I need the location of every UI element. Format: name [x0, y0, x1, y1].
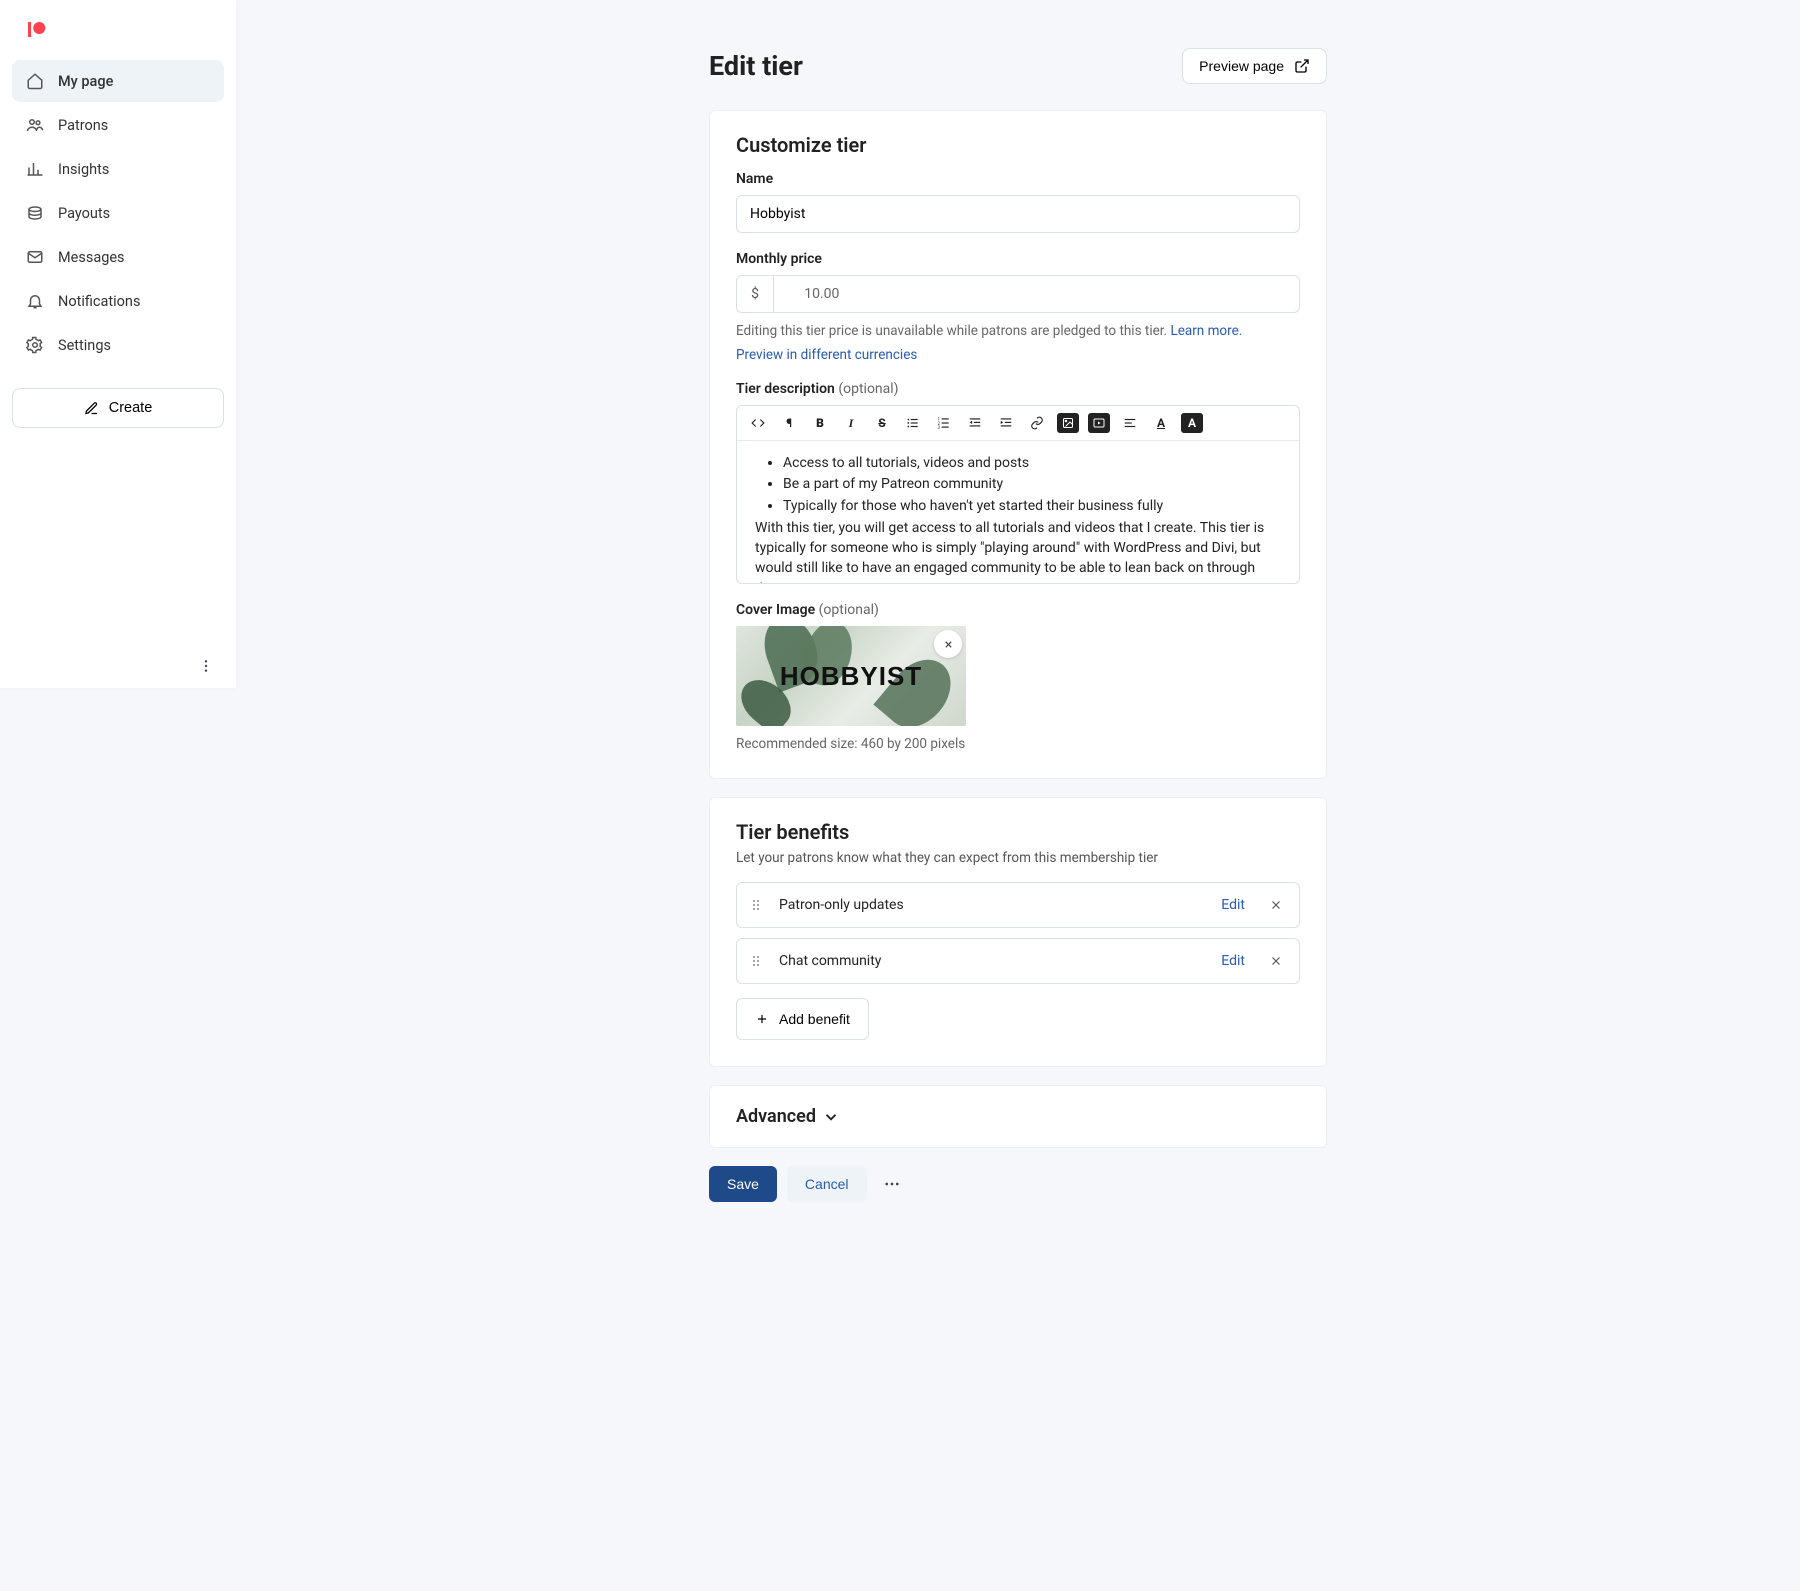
people-icon [26, 116, 44, 134]
save-button[interactable]: Save [709, 1166, 777, 1202]
customize-heading: Customize tier [736, 133, 1300, 157]
svg-text:3: 3 [938, 425, 941, 430]
cover-text: HOBBYIST [780, 661, 922, 692]
tier-benefits-card: Tier benefits Let your patrons know what… [709, 797, 1327, 1067]
image-icon[interactable] [1057, 413, 1079, 433]
cover-image[interactable]: HOBBYIST [736, 626, 966, 726]
add-benefit-label: Add benefit [779, 1011, 850, 1027]
align-icon[interactable] [1119, 413, 1141, 433]
sidebar-more-icon[interactable] [198, 658, 214, 674]
sidebar: My page Patrons Insights Payouts Message… [0, 0, 236, 688]
name-label: Name [736, 171, 1300, 187]
benefits-heading: Tier benefits [736, 820, 1300, 844]
benefit-remove-button[interactable] [1269, 898, 1283, 912]
sidebar-item-settings[interactable]: Settings [12, 324, 224, 366]
sidebar-item-label: Settings [58, 337, 111, 354]
mail-icon [26, 248, 44, 266]
benefit-row: Chat community Edit [736, 938, 1300, 984]
chevron-down-icon [822, 1108, 840, 1126]
outdent-icon[interactable] [964, 413, 986, 433]
sidebar-item-label: Notifications [58, 293, 140, 310]
paragraph-icon[interactable]: ¶ [778, 413, 800, 433]
sidebar-item-label: Payouts [58, 205, 110, 222]
highlight-icon[interactable]: A [1181, 413, 1203, 433]
drag-handle-icon[interactable] [753, 956, 765, 966]
sidebar-item-label: My page [58, 73, 113, 90]
benefit-row: Patron-only updates Edit [736, 882, 1300, 928]
sidebar-item-payouts[interactable]: Payouts [12, 192, 224, 234]
video-icon[interactable] [1088, 413, 1110, 433]
strikethrough-icon[interactable]: S [871, 413, 893, 433]
description-editor: ¶ B I S 123 A [736, 405, 1300, 584]
cancel-button[interactable]: Cancel [787, 1166, 867, 1202]
home-icon [26, 72, 44, 90]
action-bar: Save Cancel [709, 1166, 1327, 1202]
sidebar-item-insights[interactable]: Insights [12, 148, 224, 190]
sidebar-nav: My page Patrons Insights Payouts Message… [0, 54, 236, 374]
sidebar-item-label: Patrons [58, 117, 108, 134]
learn-more-link[interactable]: Learn more. [1170, 323, 1242, 339]
indent-icon[interactable] [995, 413, 1017, 433]
sidebar-item-my-page[interactable]: My page [12, 60, 224, 102]
editor-toolbar: ¶ B I S 123 A [737, 406, 1299, 441]
bullet-list-icon[interactable] [902, 413, 924, 433]
advanced-card: Advanced [709, 1085, 1327, 1148]
bold-icon[interactable]: B [809, 413, 831, 433]
advanced-toggle[interactable]: Advanced [736, 1106, 1300, 1127]
benefit-label: Patron-only updates [779, 897, 1207, 913]
external-link-icon [1294, 58, 1310, 74]
sidebar-item-label: Insights [58, 161, 109, 178]
edit-icon [84, 401, 99, 416]
page-title: Edit tier [709, 50, 803, 82]
number-list-icon[interactable]: 123 [933, 413, 955, 433]
code-icon[interactable] [747, 413, 769, 433]
customize-tier-card: Customize tier Name Monthly price $ Edit… [709, 110, 1327, 779]
link-icon[interactable] [1026, 413, 1048, 433]
sidebar-item-patrons[interactable]: Patrons [12, 104, 224, 146]
preview-page-label: Preview page [1199, 58, 1284, 74]
benefits-subtitle: Let your patrons know what they can expe… [736, 850, 1300, 866]
bell-icon [26, 292, 44, 310]
benefit-label: Chat community [779, 953, 1207, 969]
drag-handle-icon[interactable] [753, 900, 765, 910]
remove-cover-button[interactable] [934, 630, 962, 658]
description-label: Tier description (optional) [736, 381, 1300, 397]
price-label: Monthly price [736, 251, 1300, 267]
italic-icon[interactable]: I [840, 413, 862, 433]
editor-textarea[interactable]: Access to all tutorials, videos and post… [737, 441, 1299, 583]
create-button[interactable]: Create [12, 388, 224, 428]
benefit-edit-link[interactable]: Edit [1221, 953, 1245, 969]
preview-page-button[interactable]: Preview page [1182, 48, 1327, 84]
advanced-heading: Advanced [736, 1106, 816, 1127]
add-benefit-button[interactable]: Add benefit [736, 998, 869, 1040]
sidebar-item-label: Messages [58, 249, 125, 266]
sidebar-item-messages[interactable]: Messages [12, 236, 224, 278]
tier-price-input [773, 275, 1300, 313]
preview-currencies-link[interactable]: Preview in different currencies [736, 347, 917, 363]
cover-hint: Recommended size: 460 by 200 pixels [736, 736, 1300, 752]
benefit-edit-link[interactable]: Edit [1221, 897, 1245, 913]
benefit-remove-button[interactable] [1269, 954, 1283, 968]
plus-icon [755, 1012, 769, 1026]
cover-label: Cover Image (optional) [736, 602, 1300, 618]
sidebar-item-notifications[interactable]: Notifications [12, 280, 224, 322]
patreon-icon [28, 22, 46, 40]
price-currency: $ [736, 275, 773, 313]
text-color-icon[interactable]: A [1150, 413, 1172, 433]
gear-icon [26, 336, 44, 354]
payout-icon [26, 204, 44, 222]
chart-icon [26, 160, 44, 178]
logo[interactable] [0, 0, 236, 54]
more-actions-button[interactable] [877, 1169, 907, 1199]
create-label: Create [109, 400, 153, 416]
tier-name-input[interactable] [736, 195, 1300, 233]
price-help: Editing this tier price is unavailable w… [736, 323, 1300, 339]
main: Edit tier Preview page Customize tier Na… [236, 0, 1800, 1591]
